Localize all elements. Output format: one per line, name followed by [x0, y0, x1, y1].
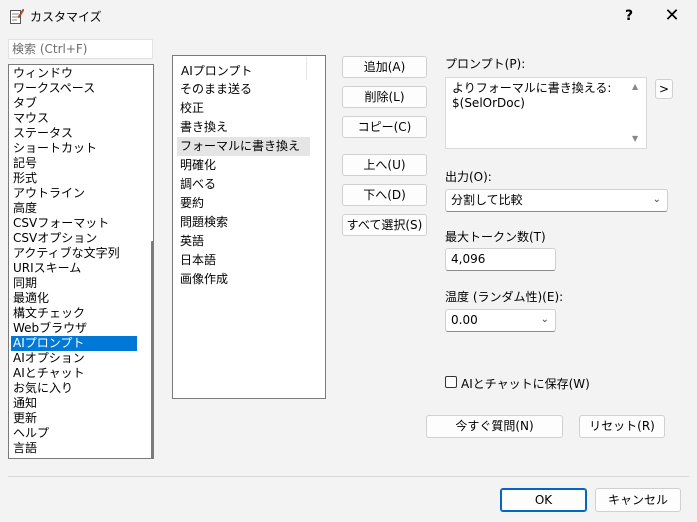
save-to-chat-checkbox[interactable]: [445, 376, 457, 388]
category-item[interactable]: ワークスペース: [11, 81, 137, 96]
prompt-label: プロンプト(P):: [445, 57, 526, 71]
move-up-button[interactable]: 上へ(U): [342, 154, 427, 176]
category-item[interactable]: お気に入り: [11, 381, 137, 396]
prompt-text: よりフォーマルに書き換える: $(SelOrDoc): [452, 81, 612, 110]
max-tokens-label: 最大トークン数(T): [445, 230, 546, 244]
output-label: 出力(O):: [445, 170, 492, 184]
category-item[interactable]: ウィンドウ: [11, 66, 137, 81]
prompt-list-item[interactable]: 書き換え: [177, 118, 310, 137]
temperature-select[interactable]: 0.00 ⌄: [445, 309, 556, 332]
max-tokens-input[interactable]: 4,096: [445, 248, 556, 271]
output-select[interactable]: 分割して比較 ⌄: [445, 189, 668, 212]
category-item[interactable]: CSVオプション: [11, 231, 137, 246]
category-item[interactable]: URIスキーム: [11, 261, 137, 276]
delete-button[interactable]: 削除(L): [342, 86, 427, 108]
category-item[interactable]: ヘルプ: [11, 426, 137, 441]
reset-button[interactable]: リセット(R): [579, 415, 665, 438]
category-item[interactable]: AIオプション: [11, 351, 137, 366]
category-item[interactable]: ショートカット: [11, 141, 137, 156]
ok-button[interactable]: OK: [500, 488, 587, 512]
column-divider: [306, 57, 307, 80]
prompt-list-item[interactable]: 日本語: [177, 251, 310, 270]
prompt-list-item[interactable]: 画像作成: [177, 270, 310, 289]
category-item[interactable]: AIプロンプト: [11, 336, 137, 351]
select-all-button[interactable]: すべて選択(S): [342, 214, 427, 236]
category-item[interactable]: 同期: [11, 276, 137, 291]
category-item[interactable]: 更新: [11, 411, 137, 426]
category-item[interactable]: 構文チェック: [11, 306, 137, 321]
category-scrollbar[interactable]: [151, 241, 153, 458]
prompt-list-item[interactable]: そのまま送る: [177, 80, 310, 99]
cancel-button[interactable]: キャンセル: [595, 488, 681, 512]
ask-now-button[interactable]: 今すぐ質問(N): [426, 415, 563, 438]
prompt-list-item[interactable]: 英語: [177, 232, 310, 251]
category-item[interactable]: 通知: [11, 396, 137, 411]
prompt-list-header: AIプロンプト: [181, 64, 253, 78]
save-to-chat-label[interactable]: AIとチャットに保存(W): [461, 375, 590, 392]
category-item[interactable]: アクティブな文字列: [11, 246, 137, 261]
output-value: 分割して比較: [451, 193, 523, 207]
category-item[interactable]: 最適化: [11, 291, 137, 306]
triangle-up-icon[interactable]: ▲: [632, 82, 638, 91]
window-title: カスタマイズ: [30, 10, 102, 24]
prompt-list-item[interactable]: 校正: [177, 99, 310, 118]
notepad-pencil-icon: [10, 8, 25, 24]
category-item[interactable]: ステータス: [11, 126, 137, 141]
category-item[interactable]: 言語: [11, 441, 137, 456]
category-item[interactable]: CSVフォーマット: [11, 216, 137, 231]
help-button[interactable]: ?: [618, 4, 640, 28]
prompt-list-item[interactable]: フォーマルに書き換え: [177, 137, 310, 156]
category-item[interactable]: タブ: [11, 96, 137, 111]
category-item[interactable]: 高度: [11, 201, 137, 216]
prompt-textarea[interactable]: よりフォーマルに書き換える: $(SelOrDoc) ▲ ▼: [445, 77, 647, 149]
chevron-down-icon: ⌄: [540, 314, 549, 325]
copy-button[interactable]: コピー(C): [342, 116, 427, 138]
category-item[interactable]: アウトライン: [11, 186, 137, 201]
category-item[interactable]: マウス: [11, 111, 137, 126]
title-bar: [0, 0, 697, 32]
expand-prompt-button[interactable]: >: [655, 79, 673, 99]
category-item[interactable]: 形式: [11, 171, 137, 186]
category-item[interactable]: AIとチャット: [11, 366, 137, 381]
temperature-label: 温度 (ランダム性)(E):: [445, 290, 564, 304]
search-input[interactable]: [8, 39, 153, 59]
category-item[interactable]: Webブラウザ: [11, 321, 137, 336]
prompt-list[interactable]: AIプロンプト そのまま送る 校正 書き換え フォーマルに書き換え 明確化 調べる 要約 問題…: [172, 55, 326, 399]
category-item[interactable]: 記号: [11, 156, 137, 171]
prompt-list-item[interactable]: 問題検索: [177, 213, 310, 232]
move-down-button[interactable]: 下へ(D): [342, 184, 427, 206]
prompt-list-item[interactable]: 明確化: [177, 156, 310, 175]
triangle-down-icon[interactable]: ▼: [632, 134, 638, 143]
divider: [8, 476, 689, 477]
prompt-list-item[interactable]: 調べる: [177, 175, 310, 194]
chevron-down-icon: ⌄: [652, 194, 661, 205]
temperature-value: 0.00: [451, 313, 478, 327]
close-button[interactable]: ✕: [655, 4, 689, 28]
add-button[interactable]: 追加(A): [342, 56, 427, 78]
prompt-list-item[interactable]: 要約: [177, 194, 310, 213]
category-list[interactable]: ウィンドウ ワークスペース タブ マウス ステータス ショートカット 記号 形式 アウトライン高…: [8, 64, 154, 459]
